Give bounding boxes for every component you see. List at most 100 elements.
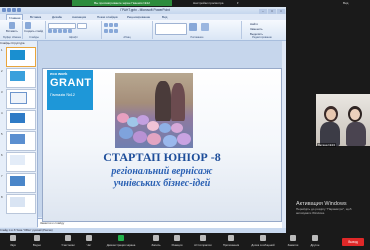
chat-icon: [86, 235, 92, 241]
slide-number: 1: [1, 48, 3, 52]
slide-number: 3: [1, 90, 3, 94]
font-name-field[interactable]: [48, 23, 76, 29]
align-left-icon[interactable]: [104, 29, 108, 33]
video-label: Видео: [32, 243, 42, 247]
participants-button[interactable]: Участники: [56, 235, 80, 247]
share-screen-button[interactable]: Демонстрация экрана: [100, 235, 142, 247]
whiteboard-button[interactable]: Доска сообщений: [246, 235, 280, 247]
panel-tabs[interactable]: Слайды Структура: [0, 41, 37, 46]
font-label: Шрифт: [69, 36, 78, 39]
find-button[interactable]: Найти: [250, 22, 258, 26]
apps-label: Приложения: [222, 243, 240, 247]
slide-title: СТАРТАП ЮНІОР -8: [103, 150, 221, 164]
activation-line-2: активувати Windows.: [296, 211, 326, 215]
bullets-icon[interactable]: [104, 23, 108, 27]
underline-icon[interactable]: [58, 29, 62, 33]
redo-icon[interactable]: [17, 8, 21, 12]
video-button[interactable]: Видео: [28, 235, 46, 247]
record-label: Запись: [151, 243, 161, 247]
chat-button[interactable]: Чат: [82, 235, 96, 247]
quick-styles-icon[interactable]: [201, 23, 209, 31]
logo-subtitle: Гімназія №12: [50, 92, 75, 97]
slide-thumbnail-6[interactable]: [6, 152, 36, 172]
ai-companion-button[interactable]: AI Companion: [190, 235, 216, 247]
whiteboard-icon: [260, 235, 266, 241]
numbering-icon[interactable]: [109, 23, 113, 27]
reactions-button[interactable]: Реакции: [168, 235, 186, 247]
record-icon: [153, 235, 159, 241]
record-button[interactable]: Запись: [148, 235, 164, 247]
slide-thumbnail-2[interactable]: [6, 68, 36, 88]
font-color-icon[interactable]: [68, 29, 72, 33]
eco-work-grant-logo: [47, 70, 93, 110]
slide-subtitle-line-2: учнівських бізнес-ідей: [113, 178, 211, 189]
font-size-field[interactable]: [77, 23, 87, 29]
drawing-group: Рисование: [153, 21, 242, 39]
microphone-icon: [10, 235, 16, 241]
slide-number: 4: [1, 111, 3, 115]
slide-number: 2: [1, 69, 3, 73]
align-center-icon[interactable]: [109, 29, 113, 33]
undo-icon[interactable]: [12, 8, 16, 12]
notes-label: Заметки: [287, 243, 299, 247]
shapes-gallery[interactable]: [155, 23, 187, 35]
audio-label: Звук: [10, 243, 16, 247]
view-button[interactable]: Вид: [343, 1, 359, 6]
notes-icon: [290, 235, 296, 241]
new-slide-icon[interactable]: [25, 22, 31, 29]
reactions-icon: [174, 235, 180, 241]
office-icon[interactable]: [2, 8, 6, 12]
slide-number: 8: [1, 195, 3, 199]
slides-label: Слайды: [29, 36, 39, 39]
ai-companion-label: AI Companion: [194, 243, 212, 247]
replace-button[interactable]: Заменить: [250, 27, 263, 31]
notes-button[interactable]: Заметки: [284, 235, 302, 247]
indent-icon[interactable]: [114, 23, 118, 27]
chevron-down-icon[interactable]: ▾: [237, 1, 241, 6]
arrange-icon[interactable]: [189, 23, 197, 31]
strikethrough-icon[interactable]: [63, 29, 67, 33]
slide-thumbnail-3[interactable]: [6, 89, 36, 109]
slide-thumbnail-1[interactable]: [6, 47, 36, 67]
leave-meeting-button[interactable]: Выход: [342, 238, 364, 246]
font-group: Шрифт: [46, 21, 102, 39]
title-bar: ГРАНТ.pptx - Microsoft PowerPoint – □ ×: [0, 7, 286, 14]
ai-icon: [200, 235, 206, 241]
more-button[interactable]: Другое: [306, 235, 324, 247]
bold-icon[interactable]: [48, 29, 52, 33]
chat-label: Чат: [86, 243, 92, 247]
zoom-top-bar: [0, 0, 370, 7]
more-label: Другое: [310, 243, 320, 247]
save-icon[interactable]: [7, 8, 11, 12]
logo-grant-text: GRANT: [50, 77, 92, 89]
participants-label: Участники: [61, 243, 75, 247]
camera-icon: [34, 235, 40, 241]
participants-icon: [65, 235, 71, 241]
logo-eco-text: eco work: [50, 71, 68, 76]
reactions-label: Реакции: [171, 243, 183, 247]
italic-icon[interactable]: [53, 29, 57, 33]
apps-button[interactable]: Приложения: [219, 235, 243, 247]
paste-label[interactable]: Вставить: [6, 29, 18, 33]
apps-icon: [228, 235, 234, 241]
paragraph-group: Абзац: [102, 21, 153, 39]
align-right-icon[interactable]: [114, 29, 118, 33]
slide-thumbnail-8[interactable]: [6, 194, 36, 214]
participant-video-tile[interactable]: [316, 94, 370, 146]
paragraph-label: Абзац: [123, 36, 131, 39]
window-title: ГРАНТ.pptx - Microsoft PowerPoint: [120, 8, 170, 12]
view-options-button[interactable]: Настройки просмотра: [193, 1, 237, 6]
slide-subtitle-line-1: регіональний вернісаж: [111, 166, 213, 177]
slide-thumbnail-4[interactable]: [6, 110, 36, 130]
paste-icon[interactable]: [9, 22, 15, 29]
slide-number: 7: [1, 174, 3, 178]
slide-photo: [115, 73, 193, 148]
audio-button[interactable]: Звук: [4, 235, 22, 247]
whiteboard-label: Доска сообщений: [251, 243, 275, 247]
slide-thumbnail-7[interactable]: [6, 173, 36, 193]
screen-share-banner: Вы просматриваете экран Гімназія №12: [72, 0, 172, 6]
slide-thumbnail-5[interactable]: [6, 131, 36, 151]
slides-panel: Слайды Структура 1 2 3 4 5 6 7 8: [0, 41, 38, 227]
new-slide-label[interactable]: Создать слайд: [24, 29, 43, 33]
window-controls: – □ ×: [258, 8, 285, 14]
